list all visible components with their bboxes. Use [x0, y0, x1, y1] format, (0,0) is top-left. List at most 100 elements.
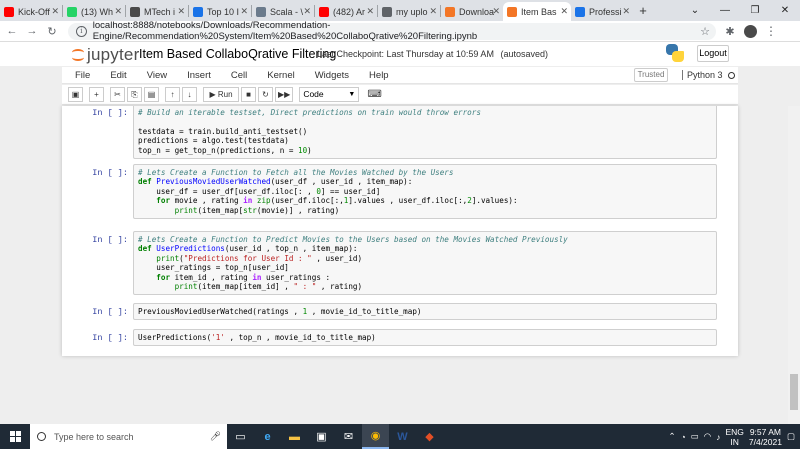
notifications-icon[interactable]: ▢ — [787, 431, 795, 442]
interrupt-icon[interactable]: ■ — [241, 87, 256, 102]
forward-icon[interactable]: → — [24, 25, 40, 37]
browser-tab[interactable]: Downloa ✕ — [441, 2, 503, 21]
code-editor[interactable]: UserPredictions('1' , top_n , movie_id_t… — [138, 333, 712, 342]
browser-menu-icon[interactable]: ⋮ — [765, 24, 777, 38]
cell-input[interactable]: # Lets Create a Function to Fetch all th… — [133, 164, 717, 220]
menu-widgets[interactable]: Widgets — [305, 70, 359, 81]
cell-input[interactable]: PreviousMoviedUserWatched(ratings , 1 , … — [133, 303, 717, 321]
tab-search-icon[interactable]: ⌄ — [680, 5, 710, 16]
cell-input[interactable]: UserPredictions('1' , top_n , movie_id_t… — [133, 329, 717, 347]
start-button[interactable] — [0, 424, 30, 449]
volume-icon[interactable]: ♪ — [716, 432, 720, 442]
paste-icon[interactable]: ▤ — [144, 87, 159, 102]
browser-tab[interactable]: Professi ✕ — [571, 2, 633, 21]
logout-button[interactable]: Logout — [697, 45, 729, 62]
minimize-button[interactable]: — — [710, 5, 740, 16]
menu-help[interactable]: Help — [359, 70, 399, 81]
network-icon[interactable]: ◔ — [681, 432, 686, 442]
microphone-icon[interactable]: 🎤︎ — [210, 431, 221, 442]
chrome-icon[interactable]: ◉ — [362, 424, 389, 449]
code-editor[interactable]: # Build an iterable testset, Direct pred… — [138, 108, 712, 155]
code-token: # Lets Create a Function to Predict Movi… — [138, 235, 568, 244]
new-tab-button[interactable]: + — [633, 3, 653, 18]
keyboard-icon[interactable]: ⌨ — [367, 89, 381, 100]
app-icon[interactable]: ◆ — [416, 424, 443, 449]
code-token: "Predictions for User Id : " — [183, 253, 312, 263]
browser-tab[interactable]: (482) Ar ✕ — [315, 2, 377, 21]
close-window-button[interactable]: ✕ — [770, 5, 800, 16]
jupyter-logo[interactable]: jupyter — [72, 45, 139, 65]
tab-close-icon[interactable]: ✕ — [560, 6, 568, 17]
bookmark-star-icon[interactable]: ☆ — [700, 25, 710, 38]
restart-icon[interactable]: ↻ — [258, 87, 273, 102]
menu-insert[interactable]: Insert — [177, 70, 221, 81]
cell-type-select[interactable]: Code ▼ — [299, 87, 360, 102]
extensions-icon[interactable]: ✱ — [722, 25, 738, 38]
browser-tab[interactable]: MTech i ✕ — [126, 2, 188, 21]
language-indicator[interactable]: ENG IN — [725, 427, 743, 447]
battery-icon[interactable]: ▭ — [691, 431, 699, 442]
trusted-indicator[interactable]: Trusted — [634, 68, 668, 82]
wifi-icon[interactable]: ◠ — [704, 431, 711, 442]
task-view-icon[interactable]: ▭ — [227, 424, 254, 449]
cell-input[interactable]: # Build an iterable testset, Direct pred… — [133, 106, 717, 160]
site-info-icon[interactable]: i — [76, 25, 87, 37]
scrollbar-thumb[interactable] — [790, 374, 798, 410]
menu-cell[interactable]: Cell — [221, 70, 257, 81]
word-icon[interactable]: W — [389, 424, 416, 449]
edge-icon[interactable]: e — [254, 424, 281, 449]
restore-button[interactable]: ❐ — [740, 5, 770, 16]
run-button[interactable]: ▶ Run — [203, 87, 239, 102]
menu-kernel[interactable]: Kernel — [257, 70, 304, 81]
back-icon[interactable]: ← — [4, 25, 20, 37]
browser-tab[interactable]: (13) Wh ✕ — [63, 2, 125, 21]
file-explorer-icon[interactable]: ▬ — [281, 424, 308, 449]
menu-file[interactable]: File — [62, 70, 100, 81]
code-token: " : " — [293, 282, 317, 292]
taskbar-search[interactable]: Type here to search 🎤︎ — [30, 424, 227, 449]
move-up-icon[interactable]: ↑ — [165, 87, 180, 102]
profile-avatar[interactable] — [744, 24, 757, 38]
vertical-scrollbar[interactable] — [788, 106, 800, 424]
browser-tab[interactable]: Item Bas ✕ — [503, 2, 571, 21]
mail-icon[interactable]: ✉ — [335, 424, 362, 449]
insert-cell-icon[interactable]: + — [89, 87, 104, 102]
tab-close-icon[interactable]: ✕ — [429, 6, 437, 17]
code-token: , movie_id_to_title_map) — [307, 307, 422, 316]
url-field[interactable]: i localhost:8888/notebooks/Downloads/Rec… — [68, 20, 716, 42]
cut-icon[interactable]: ✂ — [110, 87, 125, 102]
restart-run-all-icon[interactable]: ▶▶ — [275, 87, 294, 102]
search-placeholder: Type here to search — [54, 431, 134, 442]
menu-edit[interactable]: Edit — [100, 70, 136, 81]
tab-close-icon[interactable]: ✕ — [51, 6, 59, 17]
menu-view[interactable]: View — [137, 70, 177, 81]
notebook-title[interactable]: Item Based CollaboQrative Filtering — [139, 47, 336, 61]
code-token: (item_map[ — [197, 205, 244, 215]
tab-close-icon[interactable]: ✕ — [240, 6, 248, 17]
code-editor[interactable]: # Lets Create a Function to Fetch all th… — [138, 168, 712, 215]
clock[interactable]: 9:57 AM 7/4/2021 — [749, 427, 782, 447]
browser-tab[interactable]: Kick-Off ✕ — [0, 2, 62, 21]
tab-close-icon[interactable]: ✕ — [492, 6, 500, 17]
reload-icon[interactable]: ↻ — [44, 25, 60, 38]
cell-input[interactable]: # Lets Create a Function to Predict Movi… — [133, 231, 717, 296]
tab-close-icon[interactable]: ✕ — [177, 6, 185, 17]
tab-close-icon[interactable]: ✕ — [114, 6, 122, 17]
browser-tab[interactable]: Top 10 I ✕ — [189, 2, 251, 21]
code-token: , user_id) — [311, 253, 363, 263]
store-icon[interactable]: ▣ — [308, 424, 335, 449]
move-down-icon[interactable]: ↓ — [182, 87, 197, 102]
code-token: UserPredictions( — [138, 333, 212, 342]
code-editor[interactable]: # Lets Create a Function to Predict Movi… — [138, 235, 712, 291]
tab-close-icon[interactable]: ✕ — [303, 6, 311, 17]
jupyter-logo-icon — [72, 47, 84, 63]
code-editor[interactable]: PreviousMoviedUserWatched(ratings , 1 , … — [138, 307, 712, 316]
tab-close-icon[interactable]: ✕ — [622, 6, 630, 17]
tab-close-icon[interactable]: ✕ — [366, 6, 374, 17]
browser-tab[interactable]: my uplo ✕ — [378, 2, 440, 21]
browser-tab[interactable]: Scala - \ ✕ — [252, 2, 314, 21]
copy-icon[interactable]: ⎘ — [127, 87, 142, 102]
show-hidden-icons-icon[interactable]: ⌃ — [668, 431, 675, 442]
save-icon[interactable]: ▣ — [68, 87, 83, 102]
notebook-toolbar: ▣ + ✂ ⎘ ▤ ↑ ↓ ▶ Run ■ ↻ ▶▶ Code ▼ ⌨ — [62, 85, 738, 105]
